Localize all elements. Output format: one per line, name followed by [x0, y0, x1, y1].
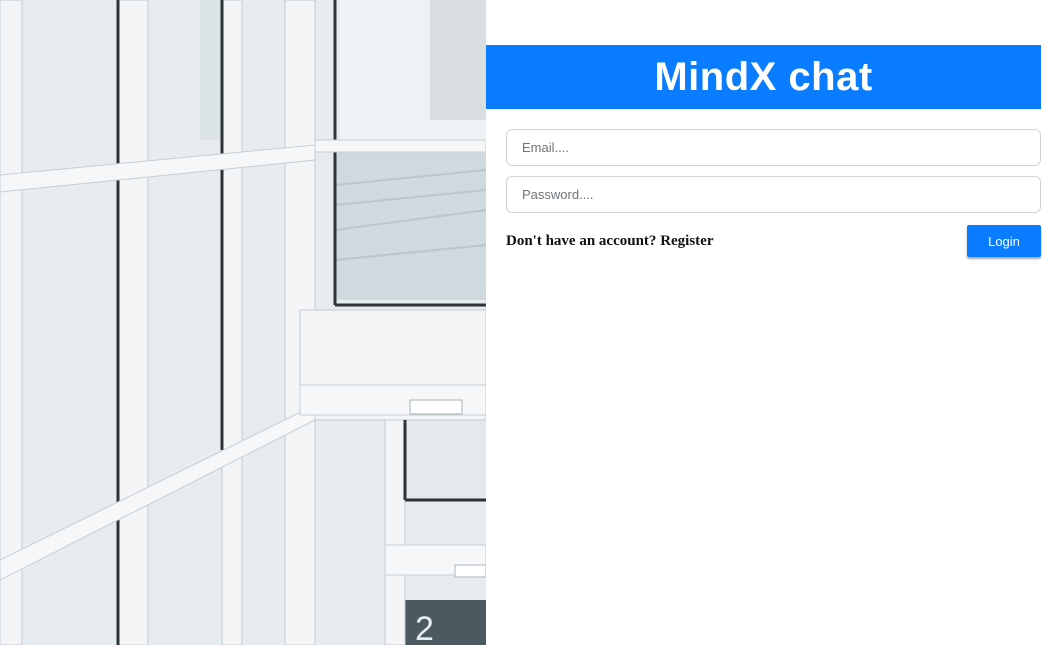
register-prompt-row: Don't have an account? Register: [506, 233, 714, 250]
register-prompt: Don't have an account?: [506, 233, 657, 249]
login-page: 2 MindX chat Email.... Don't have an acc…: [0, 0, 1042, 645]
login-panel: MindX chat Don't have an account? Regist…: [486, 0, 1042, 645]
register-link[interactable]: Register: [660, 233, 713, 249]
window-frames-illustration: 2: [0, 0, 486, 645]
brand-header: MindX chat: [486, 45, 1041, 109]
password-input[interactable]: [506, 176, 1041, 213]
form-actions: Don't have an account? Register Login: [506, 225, 1041, 257]
email-input[interactable]: [506, 129, 1041, 166]
background-photo: 2: [0, 0, 486, 645]
login-form: Don't have an account? Register Login: [506, 129, 1041, 257]
app-title: MindX chat: [654, 54, 873, 99]
floor-number: 2: [415, 610, 434, 645]
login-button[interactable]: Login: [967, 225, 1041, 257]
